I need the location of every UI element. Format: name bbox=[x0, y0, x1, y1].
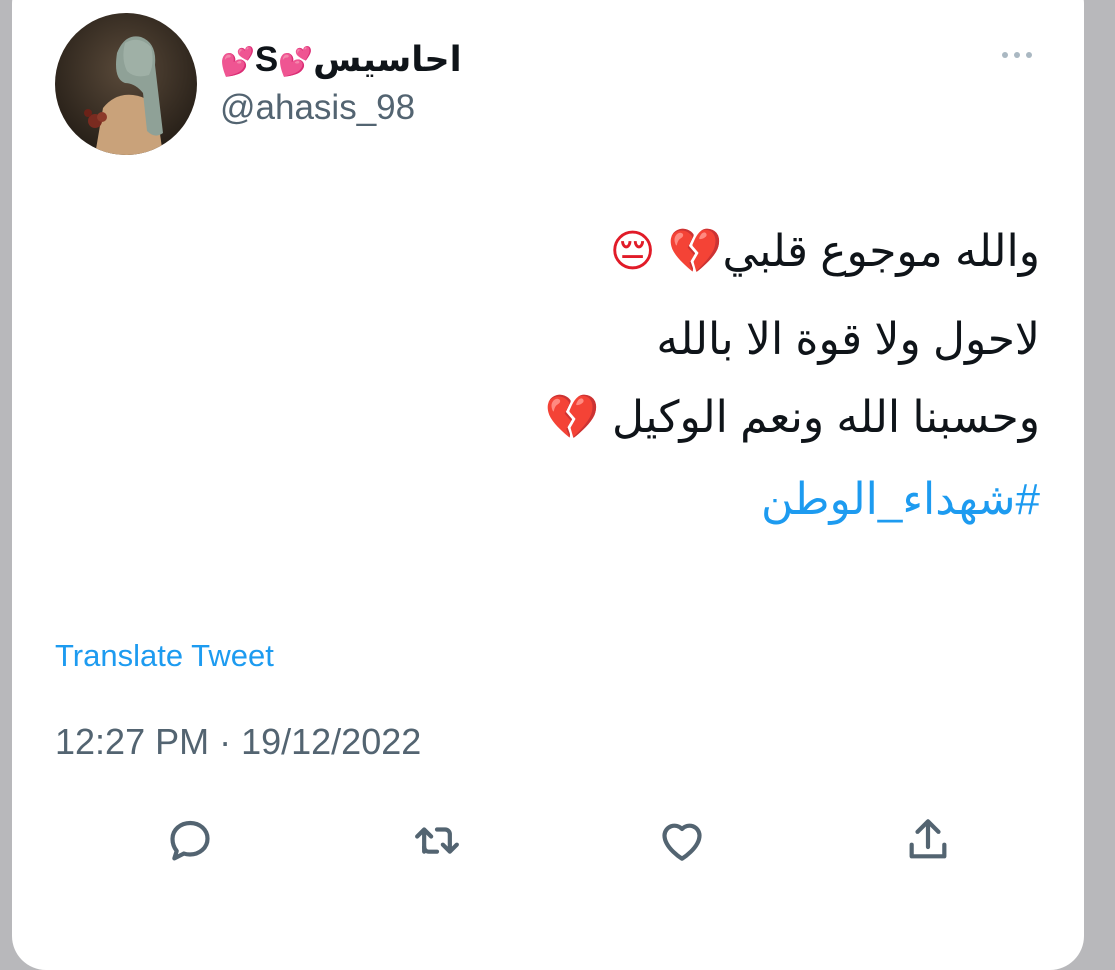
translate-tweet-link[interactable]: Translate Tweet bbox=[55, 636, 274, 676]
share-icon[interactable] bbox=[898, 810, 958, 870]
broken-heart-and-pensive-emoji-icon: 💔 😔 bbox=[609, 227, 723, 276]
action-bar bbox=[12, 810, 1084, 870]
name-letter: S bbox=[254, 40, 279, 79]
heart-emoji-icon: 💕 bbox=[220, 46, 255, 77]
tweet-line-3: وحسبنا الله ونعم الوكيل 💔 bbox=[80, 374, 1040, 462]
avatar-image bbox=[55, 13, 197, 155]
tweet-card: 💕S💕احاسيس @ahasis_98 والله موجوع قلبي💔 😔… bbox=[12, 0, 1084, 970]
like-icon[interactable] bbox=[652, 810, 712, 870]
hashtag-link[interactable]: #شهداء_الوطن bbox=[761, 470, 1040, 530]
heart-emoji-icon: 💕 bbox=[278, 46, 314, 77]
avatar[interactable] bbox=[55, 13, 197, 155]
reply-icon[interactable] bbox=[160, 810, 220, 870]
tweet-line-2: لاحول ولا قوة الا بالله bbox=[656, 315, 1040, 364]
user-handle[interactable]: @ahasis_98 bbox=[220, 86, 415, 130]
display-name[interactable]: 💕S💕احاسيس bbox=[220, 38, 462, 84]
name-text: احاسيس bbox=[313, 40, 462, 79]
tweet-line-1-text: والله موجوع قلبي bbox=[722, 227, 1040, 276]
timestamp[interactable]: 12:27 PM · 19/12/2022 bbox=[55, 720, 421, 764]
tweet-line-3-text: وحسبنا الله ونعم الوكيل bbox=[611, 393, 1040, 442]
tweet-line-1: والله موجوع قلبي💔 😔 bbox=[80, 208, 1040, 296]
tweet-text: والله موجوع قلبي💔 😔 لاحول ولا قوة الا با… bbox=[80, 208, 1040, 462]
more-horizontal-icon[interactable] bbox=[997, 40, 1037, 70]
retweet-icon[interactable] bbox=[407, 810, 467, 870]
broken-heart-emoji-icon: 💔 bbox=[544, 393, 600, 442]
